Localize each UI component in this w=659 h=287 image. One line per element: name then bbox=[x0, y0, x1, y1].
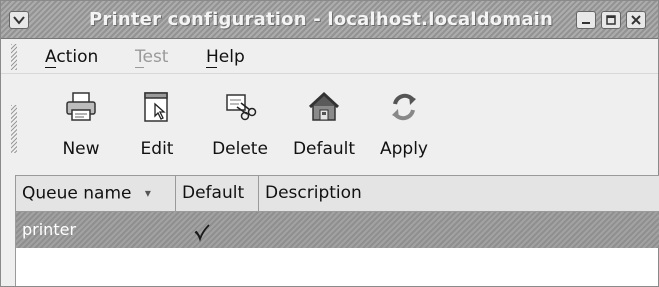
column-header-queue-name[interactable]: Queue name ▾ bbox=[16, 176, 176, 211]
apply-refresh-icon bbox=[384, 87, 424, 127]
maximize-button[interactable] bbox=[601, 11, 621, 29]
edit-button-label: Edit bbox=[140, 139, 174, 159]
queue-name-cell: printer bbox=[22, 220, 77, 239]
column-header-default[interactable]: Default bbox=[176, 176, 259, 211]
menu-help[interactable]: Help bbox=[206, 47, 245, 68]
apply-button[interactable]: Apply bbox=[373, 87, 435, 167]
minimize-icon bbox=[582, 22, 590, 24]
close-icon bbox=[631, 15, 641, 25]
default-button[interactable]: Default bbox=[284, 87, 364, 167]
window-title: Printer configuration - localhost.locald… bbox=[89, 9, 554, 30]
edit-document-icon bbox=[137, 87, 177, 127]
apply-button-label: Apply bbox=[380, 139, 428, 159]
toolbar-grip[interactable] bbox=[11, 105, 17, 153]
menubar-grip[interactable] bbox=[11, 44, 17, 70]
new-button-label: New bbox=[62, 139, 100, 159]
minimize-button[interactable] bbox=[576, 11, 596, 29]
column-header-label: Default bbox=[182, 183, 245, 203]
printer-icon bbox=[61, 87, 101, 127]
menu-test[interactable]: Test bbox=[135, 47, 169, 68]
column-header-description[interactable]: Description bbox=[259, 176, 659, 211]
menu-help-label: Help bbox=[206, 47, 245, 67]
menu-action[interactable]: Action bbox=[45, 47, 99, 68]
mnemonic-underline bbox=[206, 67, 217, 68]
window-menu-button[interactable] bbox=[9, 11, 29, 29]
default-button-label: Default bbox=[292, 139, 356, 159]
delete-button[interactable]: Delete bbox=[206, 87, 274, 167]
toolbar: New Edit Delete Default Apply bbox=[1, 75, 658, 175]
menu-bar: Action Test Help bbox=[1, 40, 658, 74]
mnemonic-underline bbox=[135, 67, 144, 68]
menu-test-label: Test bbox=[135, 47, 169, 67]
printer-config-window: Printer configuration - localhost.locald… bbox=[0, 0, 659, 287]
table-row[interactable]: printer bbox=[16, 212, 659, 248]
sort-arrow-icon: ▾ bbox=[144, 186, 151, 200]
table-header: Queue name ▾ Default Description bbox=[16, 175, 659, 212]
edit-button[interactable]: Edit bbox=[127, 87, 187, 167]
delete-button-label: Delete bbox=[212, 139, 268, 159]
menu-action-label: Action bbox=[45, 47, 99, 67]
mnemonic-underline bbox=[45, 67, 56, 68]
maximize-icon bbox=[606, 15, 616, 25]
new-button[interactable]: New bbox=[51, 87, 111, 167]
checkmark-icon bbox=[192, 220, 212, 242]
close-button[interactable] bbox=[626, 11, 646, 29]
title-bar[interactable]: Printer configuration - localhost.locald… bbox=[1, 1, 658, 39]
column-header-label: Queue name bbox=[22, 183, 132, 204]
delete-scissors-icon bbox=[220, 87, 260, 127]
column-header-label: Description bbox=[265, 183, 362, 203]
window-menu-icon bbox=[13, 16, 25, 25]
queue-table: Queue name ▾ Default Description printer bbox=[15, 175, 659, 286]
home-icon bbox=[304, 87, 344, 127]
